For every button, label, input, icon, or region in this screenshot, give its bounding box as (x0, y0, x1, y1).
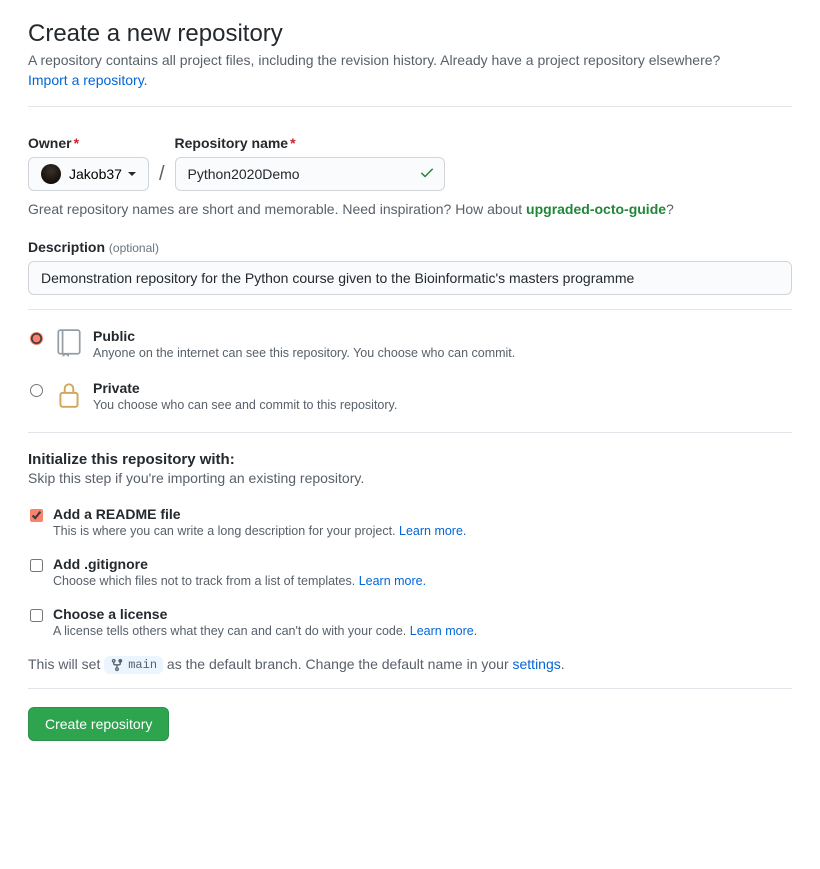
visibility-private-title: Private (93, 380, 397, 396)
avatar (41, 164, 61, 184)
visibility-private-desc: You choose who can see and commit to thi… (93, 398, 397, 412)
chevron-down-icon (128, 172, 136, 176)
repo-name-label: Repository name* (175, 135, 445, 151)
description-label: Description (optional) (28, 239, 792, 255)
gitignore-title: Add .gitignore (53, 556, 426, 572)
license-learn-more-link[interactable]: Learn more. (410, 624, 477, 638)
visibility-private-radio[interactable] (30, 384, 43, 397)
license-desc: A license tells others what they can and… (53, 624, 477, 638)
owner-name: Jakob37 (69, 166, 122, 182)
readme-checkbox[interactable] (30, 509, 43, 522)
import-repo-link[interactable]: Import a repository. (28, 72, 148, 88)
description-input[interactable] (28, 261, 792, 295)
initialize-title: Initialize this repository with: (28, 451, 792, 468)
owner-dropdown[interactable]: Jakob37 (28, 157, 149, 191)
visibility-public-title: Public (93, 328, 515, 344)
license-checkbox[interactable] (30, 609, 43, 622)
owner-label: Owner* (28, 135, 149, 151)
default-branch-text: This will set main as the default branch… (28, 656, 792, 674)
divider (28, 106, 792, 107)
branch-badge: main (104, 656, 163, 674)
divider (28, 432, 792, 433)
optional-text: (optional) (109, 241, 159, 255)
required-asterisk: * (74, 135, 79, 151)
gitignore-learn-more-link[interactable]: Learn more. (359, 574, 426, 588)
check-icon (419, 165, 435, 184)
readme-title: Add a README file (53, 506, 466, 522)
visibility-public-desc: Anyone on the internet can see this repo… (93, 346, 515, 360)
settings-link[interactable]: settings (513, 656, 561, 672)
repo-name-hint: Great repository names are short and mem… (28, 201, 792, 217)
initialize-subtitle: Skip this step if you're importing an ex… (28, 470, 792, 486)
divider (28, 688, 792, 689)
create-repository-button[interactable]: Create repository (28, 707, 169, 741)
gitignore-desc: Choose which files not to track from a l… (53, 574, 426, 588)
divider (28, 309, 792, 310)
repo-name-input[interactable] (175, 157, 445, 191)
path-separator: / (159, 141, 165, 186)
required-asterisk: * (290, 135, 295, 151)
name-suggestion-link[interactable]: upgraded-octo-guide (526, 201, 666, 217)
gitignore-checkbox[interactable] (30, 559, 43, 572)
visibility-public-radio[interactable] (30, 332, 43, 345)
lock-icon (55, 380, 83, 410)
readme-learn-more-link[interactable]: Learn more. (399, 524, 466, 538)
readme-desc: This is where you can write a long descr… (53, 524, 466, 538)
page-title: Create a new repository (28, 20, 792, 48)
page-subtitle: A repository contains all project files,… (28, 52, 792, 68)
repo-icon (55, 328, 83, 358)
license-title: Choose a license (53, 606, 477, 622)
